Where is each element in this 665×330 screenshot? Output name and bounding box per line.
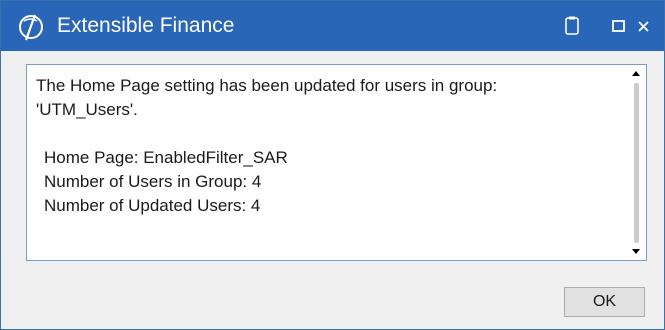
close-icon[interactable] <box>633 15 655 37</box>
scroll-down-arrow-icon[interactable] <box>632 249 640 254</box>
users-in-group-count: Number of Users in Group: 4 <box>44 172 262 191</box>
message-group-name: 'UTM_Users'. <box>36 100 138 119</box>
scrollbar-thumb[interactable] <box>634 83 639 243</box>
message-dialog: Extensible Finance The Home Page setting… <box>0 0 665 330</box>
scroll-up-arrow-icon[interactable] <box>632 71 640 76</box>
message-text: The Home Page setting has been updated f… <box>36 74 626 218</box>
ok-button[interactable]: OK <box>564 287 645 317</box>
updated-users-count: Number of Updated Users: 4 <box>44 196 261 215</box>
maximize-icon[interactable] <box>608 15 630 37</box>
message-textbox[interactable]: The Home Page setting has been updated f… <box>26 64 647 261</box>
home-page-value: Home Page: EnabledFilter_SAR <box>44 148 288 167</box>
message-line: The Home Page setting has been updated f… <box>36 76 498 95</box>
app-logo-icon <box>19 14 43 41</box>
window-title: Extensible Finance <box>57 14 235 37</box>
vertical-scrollbar[interactable] <box>628 66 645 259</box>
clipboard-icon[interactable] <box>561 15 583 37</box>
title-bar[interactable]: Extensible Finance <box>1 1 664 51</box>
